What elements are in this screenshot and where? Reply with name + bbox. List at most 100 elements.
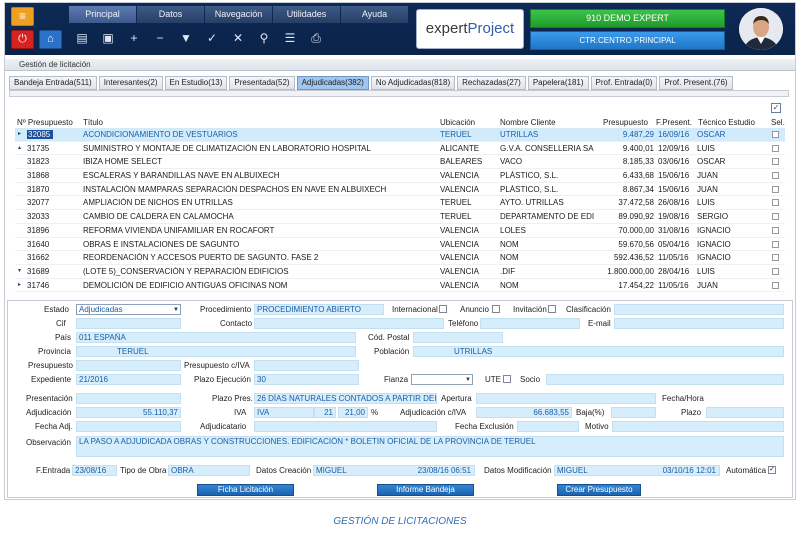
cod-postal-field[interactable]: [413, 332, 503, 343]
menu-datos[interactable]: Datos: [137, 6, 204, 23]
table-row[interactable]: 32077 AMPLIACIÓN DE NICHOS EN UTRILLAS TER…: [15, 196, 785, 211]
col-fecha[interactable]: F.Present.: [656, 118, 692, 127]
presupuesto-iva-field[interactable]: [254, 360, 359, 371]
row-select-checkbox[interactable]: [772, 144, 779, 152]
tipo-obra-field[interactable]: OBRA: [168, 465, 250, 476]
row-select-checkbox[interactable]: [772, 254, 779, 262]
tab-prof-entrada[interactable]: Prof. Entrada(0): [590, 76, 658, 90]
presentacion-field[interactable]: [76, 393, 181, 404]
table-row[interactable]: 31896 REFORMA VIVIENDA UNIFAMILIAR EN ROC…: [15, 224, 785, 238]
table-row[interactable]: ▴ 31735 SUMINISTRO Y MONTAJE DE CLIMATIZAC…: [15, 142, 785, 156]
tab-interesantes[interactable]: Interesantes(2): [98, 76, 163, 90]
table-row[interactable]: 31823 IBIZA HOME SELECT BALEARES VACO 8.185,…: [15, 155, 785, 170]
provincia-field[interactable]: TERUEL: [76, 346, 356, 357]
row-select-checkbox[interactable]: [772, 131, 779, 138]
search-binoculars-icon[interactable]: ⚲: [251, 28, 277, 48]
filter-icon[interactable]: ▼: [173, 28, 199, 48]
clasificacion-field[interactable]: [614, 304, 784, 315]
table-row[interactable]: ▸ 32085 ACONDICIONAMIENTO DE VESTUARIOS TER…: [15, 128, 785, 142]
user-avatar[interactable]: [739, 8, 783, 50]
table-row[interactable]: ▾ 31689 (LOTE 5)_CONSERVACIÓN Y REPARACIÓN…: [15, 265, 785, 279]
creacion-field[interactable]: MIGUEL 23/08/16 06:51: [313, 465, 475, 476]
print-icon[interactable]: ⎙: [303, 28, 329, 48]
menu-utilidades[interactable]: Utilidades: [273, 6, 340, 23]
cancel-icon[interactable]: ✕: [225, 28, 251, 48]
contacto-field[interactable]: [254, 318, 444, 329]
row-select-checkbox[interactable]: [772, 240, 779, 248]
tab-rechazadas[interactable]: Rechazadas(27): [457, 76, 526, 90]
col-num[interactable]: Nº Presupuesto: [17, 118, 73, 127]
row-select-checkbox[interactable]: [772, 199, 779, 207]
row-select-checkbox[interactable]: [772, 172, 779, 180]
menu-navegacion[interactable]: Navegación: [205, 6, 272, 23]
ficha-licitacion-button[interactable]: Ficha Licitación: [197, 484, 294, 496]
select-all-checkbox[interactable]: ✓: [771, 103, 781, 113]
row-select-checkbox[interactable]: [772, 213, 779, 221]
procedimiento-field[interactable]: PROCEDIMIENTO ABIERTO: [254, 304, 384, 315]
iva-code-field[interactable]: 21: [314, 407, 336, 418]
adjudicacion-field[interactable]: 55.110,37: [76, 407, 181, 418]
estado-select[interactable]: Adjudicadas ▼: [76, 304, 181, 315]
anuncio-checkbox[interactable]: [492, 305, 500, 313]
plazo-ejecucion-field[interactable]: 30: [254, 374, 359, 385]
col-sel[interactable]: Sel.: [771, 118, 785, 127]
adjudicacion-iva-field[interactable]: 66.683,55: [476, 407, 572, 418]
fentrada-field[interactable]: 23/08/16: [72, 465, 117, 476]
baja-field[interactable]: [611, 407, 656, 418]
invitacion-checkbox[interactable]: [548, 305, 556, 313]
row-select-checkbox[interactable]: [772, 281, 779, 289]
confirm-icon[interactable]: ✓: [199, 28, 225, 48]
adjudicatario-field[interactable]: [254, 421, 437, 432]
menu-ayuda[interactable]: Ayuda: [341, 6, 408, 23]
ute-checkbox[interactable]: [503, 375, 511, 383]
company-selector[interactable]: 910 DEMO EXPERT: [530, 9, 725, 28]
home-button[interactable]: ⌂: [39, 30, 62, 49]
col-tecnico[interactable]: Técnico Estudio: [698, 118, 755, 127]
cif-field[interactable]: [76, 318, 181, 329]
table-row[interactable]: 31870 INSTALACIÓN MAMPARAS SEPARACIÓN DES…: [15, 183, 785, 197]
table-row[interactable]: 31640 OBRAS E INSTALACIONES DE SAGUNTO VAL…: [15, 238, 785, 252]
informe-bandeja-button[interactable]: Informe Bandeja: [377, 484, 474, 496]
table-row[interactable]: 31868 ESCALERAS Y BARANDILLAS NAVE EN ALB…: [15, 169, 785, 183]
socio-field[interactable]: [546, 374, 784, 385]
list-icon[interactable]: ☰: [277, 28, 303, 48]
col-cliente[interactable]: Nombre Cliente: [500, 118, 556, 127]
plazo-pres-field[interactable]: 26 DÍAS NATURALES CONTADOS A PARTIR DEI: [254, 393, 437, 404]
col-titulo[interactable]: Título: [83, 118, 103, 127]
tab-bandeja-entrada[interactable]: Bandeja Entrada(511): [9, 76, 97, 90]
tab-presentada[interactable]: Presentada(52): [229, 76, 295, 90]
tab-en-estudio[interactable]: En Estudio(13): [164, 76, 228, 90]
save-icon[interactable]: ▣: [95, 28, 121, 48]
tab-no-adjudicadas[interactable]: No Adjudicadas(818): [370, 76, 456, 90]
col-presupuesto[interactable]: Presupuesto: [603, 118, 648, 127]
hamburger-menu-button[interactable]: ≡: [11, 7, 34, 26]
apertura-field[interactable]: [476, 393, 656, 404]
new-document-icon[interactable]: ▤: [69, 28, 95, 48]
remove-icon[interactable]: −: [147, 28, 173, 48]
tab-adjudicadas[interactable]: Adjudicadas(382): [296, 76, 369, 90]
fecha-exclusion-field[interactable]: [517, 421, 579, 432]
row-select-checkbox[interactable]: [772, 226, 779, 234]
tab-prof-present[interactable]: Prof. Present.(76): [659, 76, 733, 90]
fianza-select[interactable]: ▼: [411, 374, 473, 385]
col-ubicacion[interactable]: Ubicación: [440, 118, 475, 127]
row-select-checkbox[interactable]: [772, 185, 779, 193]
email-field[interactable]: [614, 318, 784, 329]
presupuesto-field[interactable]: [76, 360, 181, 371]
row-select-checkbox[interactable]: [772, 267, 779, 275]
power-button[interactable]: ⏻: [11, 30, 34, 49]
table-row[interactable]: 32033 CAMBIO DE CALDERA EN CALAMOCHA TERUE…: [15, 210, 785, 224]
motivo-field[interactable]: [612, 421, 784, 432]
row-select-checkbox[interactable]: [772, 158, 779, 166]
pais-field[interactable]: 011 ESPAÑA: [76, 332, 356, 343]
fecha-adj-field[interactable]: [76, 421, 181, 432]
iva-percent-field[interactable]: 21,00: [338, 407, 368, 418]
add-icon[interactable]: +: [121, 28, 147, 48]
plazo-field[interactable]: [706, 407, 784, 418]
center-selector[interactable]: CTR.CENTRO PRINCIPAL: [530, 31, 725, 50]
internacional-checkbox[interactable]: [439, 305, 447, 313]
modificacion-field[interactable]: MIGUEL 03/10/16 12:01: [554, 465, 720, 476]
crear-presupuesto-button[interactable]: Crear Presupuesto: [557, 484, 641, 496]
tab-papelera[interactable]: Papelera(181): [527, 76, 589, 90]
expediente-field[interactable]: 21/2016: [76, 374, 181, 385]
